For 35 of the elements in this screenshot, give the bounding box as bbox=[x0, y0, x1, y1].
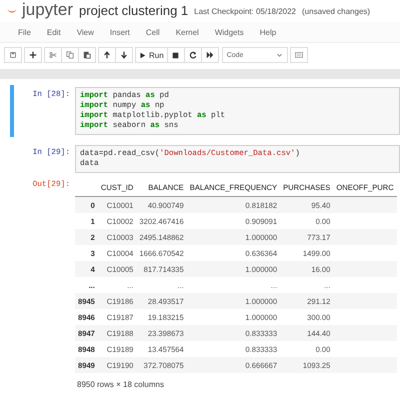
copy-button[interactable] bbox=[61, 47, 79, 63]
plus-icon bbox=[29, 51, 37, 59]
run-button[interactable]: Run bbox=[135, 47, 168, 63]
arrow-up-icon bbox=[103, 51, 111, 59]
arrow-down-icon bbox=[120, 51, 128, 59]
menu-item[interactable]: File bbox=[10, 28, 39, 36]
chevron-down-icon bbox=[276, 52, 283, 58]
play-icon bbox=[139, 52, 146, 58]
move-up-button[interactable] bbox=[98, 47, 116, 63]
restart-button[interactable] bbox=[184, 47, 202, 63]
keyboard-button[interactable] bbox=[290, 47, 308, 63]
stop-button[interactable] bbox=[166, 47, 185, 63]
save-button[interactable] bbox=[4, 47, 22, 63]
menu-item[interactable]: Widgets bbox=[206, 28, 252, 36]
table-summary: 8950 rows × 18 columns bbox=[77, 380, 165, 389]
move-down-button[interactable] bbox=[115, 47, 133, 63]
scissors-icon bbox=[49, 51, 57, 59]
menu-item[interactable]: View bbox=[68, 28, 102, 36]
logo-text: jupyter bbox=[22, 1, 74, 18]
menu-item[interactable]: Cell bbox=[138, 28, 168, 36]
menu-item[interactable]: Kernel bbox=[168, 28, 207, 36]
checkpoint-text: Last Checkpoint: 05/18/2022 bbox=[194, 6, 296, 18]
clipboard-icon bbox=[83, 51, 91, 59]
copy-icon bbox=[66, 51, 74, 59]
menu-item[interactable]: Help bbox=[252, 28, 284, 36]
add-cell-button[interactable] bbox=[24, 47, 42, 63]
save-icon bbox=[9, 51, 17, 59]
menu-item[interactable]: Insert bbox=[102, 28, 138, 36]
stop-icon bbox=[172, 52, 180, 58]
menu-item[interactable]: Edit bbox=[38, 28, 69, 36]
notebook-title[interactable]: project clustering 1 bbox=[79, 3, 188, 18]
keyboard-icon bbox=[294, 51, 304, 59]
paste-button[interactable] bbox=[78, 47, 96, 63]
save-status: (unsaved changes) bbox=[302, 6, 370, 18]
restart-icon bbox=[188, 51, 197, 59]
